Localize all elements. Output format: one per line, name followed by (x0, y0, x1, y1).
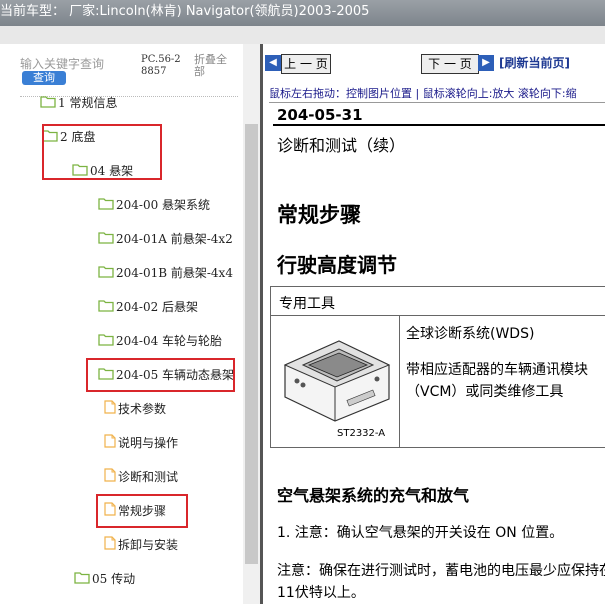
page-heading: 常规步骤 (277, 203, 361, 227)
folder-icon (98, 297, 114, 319)
step-1: 1. 注意：确认空气悬架的开关设在 ON 位置。 (277, 525, 564, 541)
header-rule (273, 124, 605, 126)
tree-item-label: 诊断和测试 (118, 470, 179, 484)
tree-item-label: 04 悬架 (90, 164, 134, 178)
tree-item[interactable]: 拆卸与安装 (104, 534, 178, 556)
sidebar-scrollbar[interactable] (243, 44, 260, 604)
window-title-bar: 当前车型： 厂家:Lincoln(林肯) Navigator(领航员)2003-… (0, 0, 605, 26)
next-page-button[interactable]: 下 一 页 (421, 54, 479, 74)
folder-icon (98, 365, 114, 387)
tree-item-label: 1 常规信息 (58, 96, 118, 110)
search-button[interactable]: 查询 (22, 71, 66, 85)
next-arrow-icon[interactable]: ▶ (478, 55, 494, 71)
search-input[interactable]: 输入关键字查询 (20, 56, 106, 72)
tree-item[interactable]: 04 悬架 (72, 160, 133, 182)
document-icon (104, 501, 116, 523)
tree-item-label: 说明与操作 (118, 436, 179, 450)
table-row-rule (271, 315, 605, 316)
tree-item[interactable]: 05 传动 (74, 568, 135, 590)
usage-hint: 鼠标左右拖动：控制图片位置 | 鼠标滚轮向上:放大 滚轮向下:缩 (269, 86, 605, 103)
tree-item-label: 2 底盘 (60, 130, 96, 144)
folder-icon (72, 161, 88, 183)
document-icon (104, 433, 116, 455)
prev-arrow-icon[interactable]: ◀ (265, 55, 281, 71)
tree-item[interactable]: 常规步骤 (104, 500, 166, 522)
table-col-rule (399, 315, 400, 447)
tree-item-label: 技术参数 (118, 402, 167, 416)
special-tools-header: 专用工具 (279, 296, 335, 312)
tree-item-label: 204-01A 前悬架-4x2 (116, 232, 233, 246)
document-viewer: ◀ 上 一 页 下 一 页 ▶ [刷新当前页] 鼠标左右拖动：控制图片位置 | … (263, 44, 605, 604)
folder-icon (98, 229, 114, 251)
diagnostic-tool-image (283, 340, 391, 422)
tree-item[interactable]: 204-02 后悬架 (98, 296, 198, 318)
folder-icon (40, 93, 56, 115)
tree-item[interactable]: 技术参数 (104, 398, 166, 420)
document-code: PC.56-28857 (141, 54, 181, 77)
tool-name: 全球诊断系统(WDS) (406, 326, 535, 342)
folder-icon (98, 195, 114, 217)
special-tools-table: 专用工具 ST2332-A 全球诊断系统(WDS) 带相应适配器的车辆通讯模块（… (270, 286, 605, 448)
tree-item[interactable]: 204-04 车轮与轮胎 (98, 330, 222, 352)
document-subtitle: 诊断和测试（续） (277, 136, 406, 155)
document-icon (104, 399, 116, 421)
folder-icon (98, 263, 114, 285)
tree-item-label: 204-04 车轮与轮胎 (116, 334, 223, 348)
sidebar: 输入关键字查询 查询 PC.56-28857 折叠全部 1 常规信息 2 底盘 04… (0, 44, 260, 604)
tree-item[interactable]: 204-05 车辆动态悬架 (98, 364, 234, 386)
tree-item[interactable]: 204-01A 前悬架-4x2 (98, 228, 233, 250)
scrollbar-thumb[interactable] (245, 124, 258, 564)
tree-item[interactable]: 诊断和测试 (104, 466, 178, 488)
document-number: 204-05-31 (277, 106, 363, 124)
prev-page-button[interactable]: 上 一 页 (281, 54, 331, 74)
tool-description: 带相应适配器的车辆通讯模块（VCM）或同类维修工具 (406, 362, 588, 400)
subsection-heading: 空气悬架系统的充气和放气 (277, 486, 470, 505)
tree-item-label: 204-00 悬架系统 (116, 198, 211, 212)
tree-item-label: 05 传动 (92, 572, 136, 586)
tree-item[interactable]: 204-00 悬架系统 (98, 194, 210, 216)
folder-icon (42, 127, 58, 149)
tree-item-label: 204-02 后悬架 (116, 300, 199, 314)
tree-item[interactable]: 204-01B 前悬架-4x4 (98, 262, 233, 284)
section-heading: 行驶高度调节 (277, 253, 397, 277)
collapse-all-link[interactable]: 折叠全部 (194, 54, 236, 78)
tree-item-label: 204-01B 前悬架-4x4 (116, 266, 233, 280)
tree-item[interactable]: 说明与操作 (104, 432, 178, 454)
refresh-page-button[interactable]: [刷新当前页] (499, 54, 570, 72)
folder-icon (74, 569, 90, 591)
tree-item[interactable]: 1 常规信息 (40, 92, 117, 114)
document-icon (104, 467, 116, 489)
document-icon (104, 535, 116, 557)
title-strip (0, 26, 605, 44)
tree-item-label: 常规步骤 (118, 504, 167, 518)
document-toolbar: ◀ 上 一 页 下 一 页 ▶ [刷新当前页] (263, 44, 605, 88)
folder-icon (98, 331, 114, 353)
window-title: 当前车型： 厂家:Lincoln(林肯) Navigator(领航员)2003-… (0, 4, 370, 19)
tool-image-caption: ST2332-A (337, 428, 386, 439)
tree-item-label: 拆卸与安装 (118, 538, 179, 552)
tree-item-label: 204-05 车辆动态悬架 (116, 368, 235, 382)
note-text: 注意：确保在进行测试时，蓄电池的电压最少应保持在11伏特以上。 (277, 563, 605, 601)
tree-item[interactable]: 2 底盘 (42, 126, 95, 148)
